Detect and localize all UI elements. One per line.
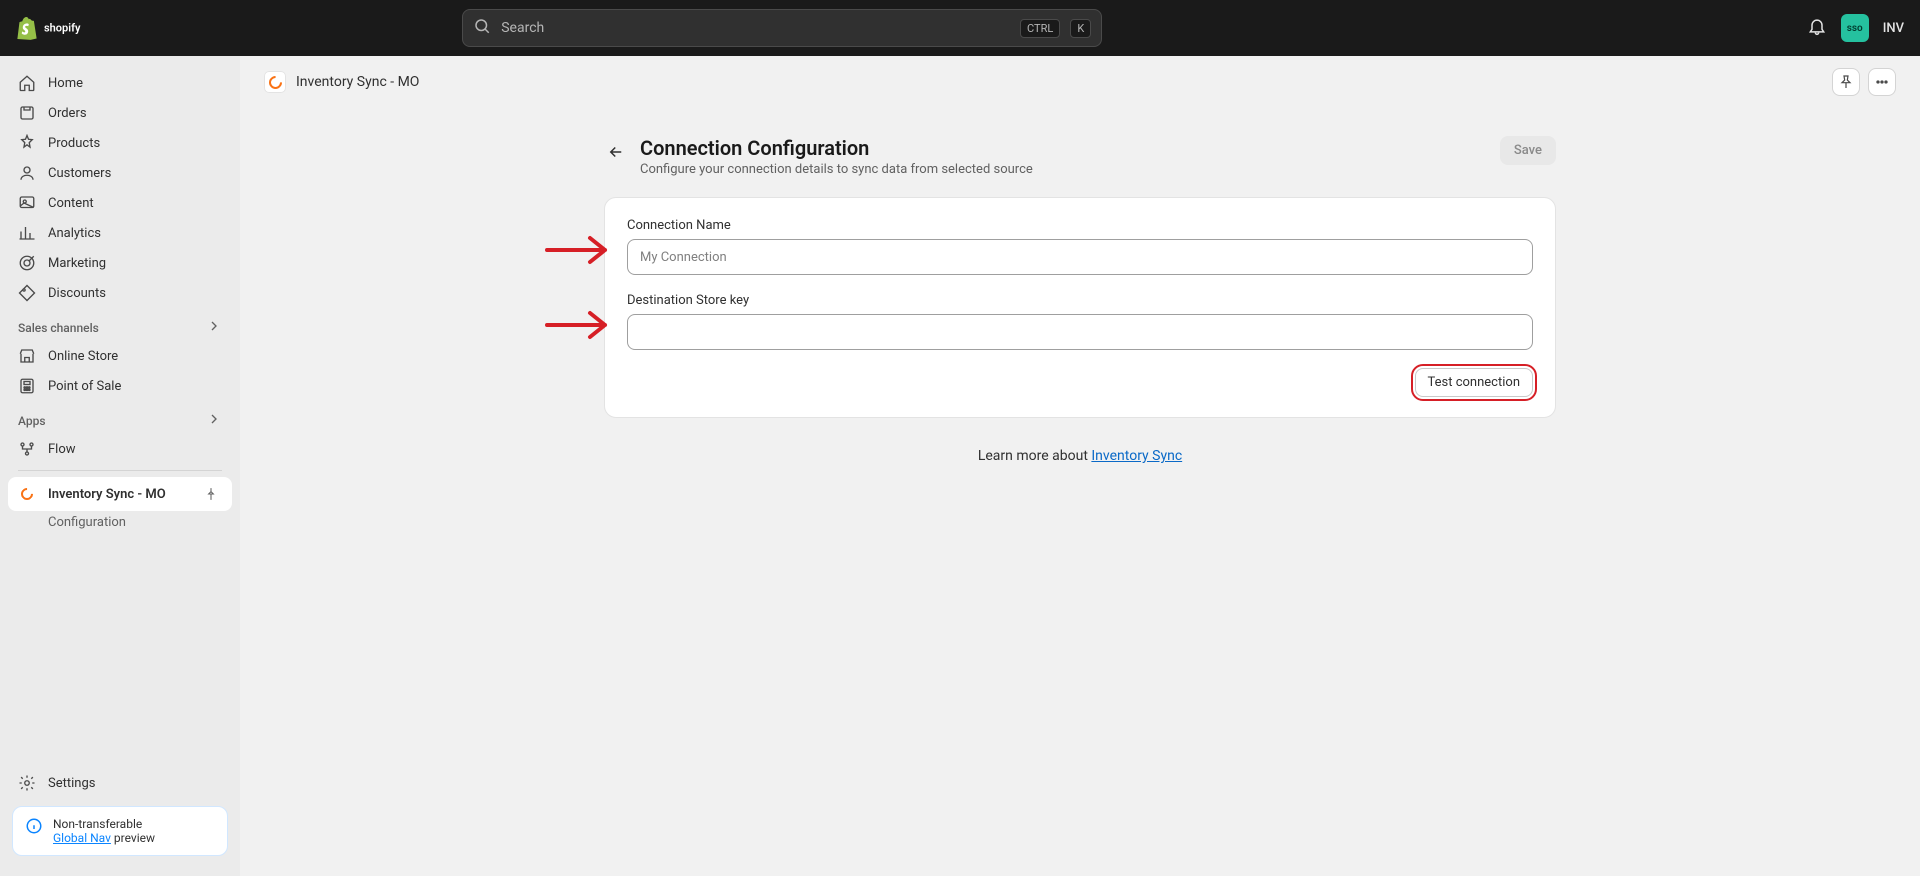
sidebar-section-channels[interactable]: Sales channels — [8, 308, 232, 341]
orders-icon — [18, 104, 36, 122]
connection-name-input[interactable] — [627, 239, 1533, 275]
learn-link[interactable]: Inventory Sync — [1091, 448, 1182, 464]
shopify-wordmark-icon: shopify — [44, 19, 104, 37]
sidebar-item-label: Customers — [48, 166, 111, 181]
inventory-sync-app-icon — [264, 71, 286, 93]
store-icon — [18, 347, 36, 365]
alert-link[interactable]: Global Nav — [53, 831, 111, 845]
flow-icon — [18, 440, 36, 458]
svg-text:shopify: shopify — [44, 22, 81, 35]
destination-key-label: Destination Store key — [627, 293, 1533, 308]
shopify-bag-icon — [16, 16, 38, 40]
sidebar-item-label: Inventory Sync - MO — [48, 487, 166, 502]
sidebar-section-label: Sales channels — [18, 321, 99, 335]
sidebar-item-label: Products — [48, 136, 100, 151]
sidebar-item-label: Point of Sale — [48, 379, 121, 394]
sidebar-item-label: Settings — [48, 776, 95, 791]
sidebar-item-flow[interactable]: Flow — [8, 434, 232, 464]
learn-more: Learn more about Inventory Sync — [604, 448, 1556, 464]
shopify-logo[interactable]: shopify — [16, 16, 104, 40]
products-icon — [18, 134, 36, 152]
gear-icon — [18, 774, 36, 792]
search-placeholder: Search — [501, 20, 1010, 36]
page-header: Connection Configuration Configure your … — [580, 136, 1580, 177]
marketing-icon — [18, 254, 36, 272]
sidebar-item-label: Flow — [48, 442, 76, 457]
sidebar-subitem-configuration[interactable]: Configuration — [8, 511, 232, 534]
home-icon — [18, 74, 36, 92]
sidebar-item-customers[interactable]: Customers — [8, 158, 232, 188]
back-button[interactable] — [604, 140, 628, 164]
sidebar-item-settings[interactable]: Settings — [8, 768, 232, 798]
sidebar-section-label: Apps — [18, 414, 46, 428]
inventory-sync-app-icon — [18, 485, 36, 503]
sidebar-item-content[interactable]: Content — [8, 188, 232, 218]
alert-title: Non-transferable — [53, 817, 155, 831]
sidebar-item-label: Discounts — [48, 286, 106, 301]
sidebar-item-discounts[interactable]: Discounts — [8, 278, 232, 308]
config-card: Connection Name Destination Store key Te… — [604, 197, 1556, 418]
page-title: Connection Configuration — [640, 136, 1033, 160]
store-avatar[interactable]: sso — [1841, 14, 1869, 42]
sidebar-item-home[interactable]: Home — [8, 68, 232, 98]
topbar-right: sso INV — [1807, 14, 1904, 42]
page-subtitle: Configure your connection details to syn… — [640, 162, 1033, 177]
sidebar-item-label: Marketing — [48, 256, 106, 271]
content-icon — [18, 194, 36, 212]
sidebar-item-online-store[interactable]: Online Store — [8, 341, 232, 371]
sidebar-item-analytics[interactable]: Analytics — [8, 218, 232, 248]
sidebar-item-inventory-sync[interactable]: Inventory Sync - MO — [8, 477, 232, 511]
divider — [18, 470, 222, 471]
pin-button[interactable] — [1832, 68, 1860, 96]
arrow-annotation-icon — [545, 305, 623, 345]
discounts-icon — [18, 284, 36, 302]
sidebar-item-orders[interactable]: Orders — [8, 98, 232, 128]
sidebar-item-label: Content — [48, 196, 94, 211]
notifications-icon[interactable] — [1807, 16, 1827, 40]
field-destination-key: Destination Store key — [627, 293, 1533, 350]
more-actions-button[interactable] — [1868, 68, 1896, 96]
sidebar-item-pos[interactable]: Point of Sale — [8, 371, 232, 401]
info-circle-icon — [25, 817, 43, 835]
sidebar-item-label: Orders — [48, 106, 87, 121]
sidebar: Home Orders Products Customers Content A… — [0, 56, 240, 876]
pos-icon — [18, 377, 36, 395]
kbd-k: K — [1070, 19, 1091, 38]
arrow-annotation-icon — [545, 230, 623, 270]
app-title: Inventory Sync - MO — [296, 74, 419, 90]
customers-icon — [18, 164, 36, 182]
analytics-icon — [18, 224, 36, 242]
sidebar-item-marketing[interactable]: Marketing — [8, 248, 232, 278]
main-area: Inventory Sync - MO Connection Configura… — [240, 56, 1920, 876]
chevron-right-icon — [206, 411, 222, 430]
sidebar-section-apps[interactable]: Apps — [8, 401, 232, 434]
search-icon — [473, 17, 491, 39]
pin-icon[interactable] — [200, 483, 222, 505]
sidebar-item-label: Home — [48, 76, 83, 91]
destination-key-input[interactable] — [627, 314, 1533, 350]
kbd-ctrl: CTRL — [1020, 19, 1060, 38]
sidebar-item-label: Online Store — [48, 349, 118, 364]
sidebar-item-products[interactable]: Products — [8, 128, 232, 158]
chevron-right-icon — [206, 318, 222, 337]
test-connection-button[interactable]: Test connection — [1415, 368, 1534, 397]
app-titlebar: Inventory Sync - MO — [240, 56, 1920, 108]
connection-name-label: Connection Name — [627, 218, 1533, 233]
save-button[interactable]: Save — [1500, 136, 1556, 165]
preview-alert: Non-transferable Global Nav preview — [12, 806, 228, 856]
field-connection-name: Connection Name — [627, 218, 1533, 275]
search-bar[interactable]: Search CTRL K — [462, 9, 1102, 47]
topbar: shopify Search CTRL K sso INV — [0, 0, 1920, 56]
store-name[interactable]: INV — [1883, 21, 1904, 36]
learn-text: Learn more about — [978, 448, 1092, 464]
sidebar-item-label: Analytics — [48, 226, 101, 241]
alert-rest: preview — [111, 831, 155, 845]
